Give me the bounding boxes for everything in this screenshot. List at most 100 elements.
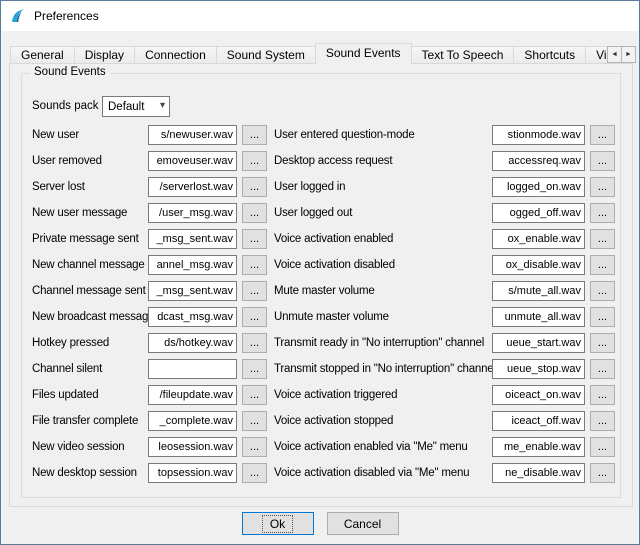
tab-text-to-speech[interactable]: Text To Speech bbox=[411, 46, 515, 64]
sound-file-input[interactable] bbox=[492, 281, 585, 301]
browse-button[interactable]: ... bbox=[590, 333, 615, 353]
browse-button[interactable]: ... bbox=[242, 281, 267, 301]
event-label: New channel message bbox=[32, 259, 145, 271]
browse-button[interactable]: ... bbox=[242, 333, 267, 353]
browse-button[interactable]: ... bbox=[590, 203, 615, 223]
browse-button[interactable]: ... bbox=[590, 307, 615, 327]
tab-connection[interactable]: Connection bbox=[134, 46, 217, 64]
sound-file-input[interactable] bbox=[148, 411, 237, 431]
tab-scroll-right-button[interactable]: ► bbox=[621, 46, 636, 63]
sound-file-input[interactable] bbox=[492, 385, 585, 405]
tab-display[interactable]: Display bbox=[74, 46, 135, 64]
sound-file-input[interactable] bbox=[148, 177, 237, 197]
sound-event-row: New user message ... User logged out ... bbox=[22, 202, 620, 228]
cancel-button[interactable]: Cancel bbox=[327, 512, 399, 535]
sound-event-row: Server lost ... User logged in ... bbox=[22, 176, 620, 202]
event-label: Private message sent bbox=[32, 233, 139, 245]
sounds-pack-value: Default bbox=[108, 101, 144, 113]
browse-button[interactable]: ... bbox=[590, 177, 615, 197]
tab-sound-system[interactable]: Sound System bbox=[216, 46, 316, 64]
sound-event-row: New desktop session ... Voice activation… bbox=[22, 462, 620, 488]
browse-button[interactable]: ... bbox=[590, 359, 615, 379]
browse-button[interactable]: ... bbox=[242, 229, 267, 249]
sound-event-row: New user ... User entered question-mode … bbox=[22, 124, 620, 150]
sound-file-input[interactable] bbox=[492, 463, 585, 483]
sound-file-input[interactable] bbox=[148, 229, 237, 249]
browse-button[interactable]: ... bbox=[590, 151, 615, 171]
sound-file-input[interactable] bbox=[148, 333, 237, 353]
browse-button[interactable]: ... bbox=[590, 255, 615, 275]
browse-button[interactable]: ... bbox=[242, 463, 267, 483]
browse-button[interactable]: ... bbox=[242, 177, 267, 197]
sound-file-input[interactable] bbox=[492, 177, 585, 197]
sound-file-input[interactable] bbox=[148, 151, 237, 171]
browse-button[interactable]: ... bbox=[242, 385, 267, 405]
browse-button[interactable]: ... bbox=[242, 411, 267, 431]
sound-file-input[interactable] bbox=[492, 359, 585, 379]
browse-button[interactable]: ... bbox=[590, 437, 615, 457]
sound-file-input[interactable] bbox=[148, 255, 237, 275]
sound-event-row: Channel message sent ... Mute master vol… bbox=[22, 280, 620, 306]
event-label: Mute master volume bbox=[274, 285, 375, 297]
browse-button[interactable]: ... bbox=[242, 359, 267, 379]
sound-file-input[interactable] bbox=[148, 125, 237, 145]
sound-file-input[interactable] bbox=[492, 229, 585, 249]
sound-file-input[interactable] bbox=[148, 437, 237, 457]
tab-video[interactable]: Video bbox=[585, 46, 608, 64]
tab-general[interactable]: General bbox=[10, 46, 75, 64]
browse-button[interactable]: ... bbox=[590, 385, 615, 405]
sound-file-input[interactable] bbox=[148, 463, 237, 483]
tab-scroll-control: ◄ ► bbox=[608, 46, 636, 63]
event-label: New broadcast message bbox=[32, 311, 154, 323]
browse-button[interactable]: ... bbox=[590, 281, 615, 301]
sound-file-input[interactable] bbox=[492, 437, 585, 457]
browse-button[interactable]: ... bbox=[242, 437, 267, 457]
sound-event-row: Channel silent ... Transmit stopped in "… bbox=[22, 358, 620, 384]
sounds-pack-select[interactable]: Default ▾ bbox=[102, 96, 170, 117]
browse-button[interactable]: ... bbox=[242, 203, 267, 223]
sound-file-input[interactable] bbox=[148, 359, 237, 379]
tab-shortcuts[interactable]: Shortcuts bbox=[513, 46, 586, 64]
sound-event-row: New broadcast message ... Unmute master … bbox=[22, 306, 620, 332]
event-label: New user message bbox=[32, 207, 127, 219]
browse-button[interactable]: ... bbox=[242, 125, 267, 145]
sound-file-input[interactable] bbox=[148, 203, 237, 223]
browse-button[interactable]: ... bbox=[590, 229, 615, 249]
event-label: New desktop session bbox=[32, 467, 137, 479]
sound-file-input[interactable] bbox=[492, 307, 585, 327]
browse-button[interactable]: ... bbox=[242, 151, 267, 171]
app-icon bbox=[9, 8, 26, 25]
sound-event-row: User removed ... Desktop access request … bbox=[22, 150, 620, 176]
preferences-dialog: Preferences General Display Connection S… bbox=[0, 0, 640, 545]
browse-button[interactable]: ... bbox=[242, 307, 267, 327]
cancel-button-label: Cancel bbox=[344, 517, 381, 531]
browse-button[interactable]: ... bbox=[590, 125, 615, 145]
event-label: New video session bbox=[32, 441, 124, 453]
browse-button[interactable]: ... bbox=[590, 463, 615, 483]
sound-file-input[interactable] bbox=[148, 307, 237, 327]
browse-button[interactable]: ... bbox=[590, 411, 615, 431]
ok-button[interactable]: Ok bbox=[242, 512, 314, 535]
sounds-pack-row: Sounds pack Default ▾ bbox=[22, 96, 620, 118]
event-label: Desktop access request bbox=[274, 155, 392, 167]
event-label: Channel silent bbox=[32, 363, 102, 375]
sound-file-input[interactable] bbox=[492, 255, 585, 275]
sound-event-row: New video session ... Voice activation e… bbox=[22, 436, 620, 462]
event-label: Transmit stopped in "No interruption" ch… bbox=[274, 363, 496, 375]
sound-file-input[interactable] bbox=[492, 125, 585, 145]
sound-file-input[interactable] bbox=[492, 203, 585, 223]
sound-file-input[interactable] bbox=[492, 333, 585, 353]
browse-button[interactable]: ... bbox=[242, 255, 267, 275]
tab-sound-events[interactable]: Sound Events bbox=[315, 43, 412, 64]
sound-file-input[interactable] bbox=[148, 385, 237, 405]
sound-file-input[interactable] bbox=[492, 411, 585, 431]
group-title: Sound Events bbox=[30, 66, 110, 78]
title-bar[interactable]: Preferences bbox=[1, 1, 639, 31]
event-label: Server lost bbox=[32, 181, 85, 193]
sound-event-row: New channel message ... Voice activation… bbox=[22, 254, 620, 280]
tab-scroll-left-button[interactable]: ◄ bbox=[607, 46, 622, 63]
sound-file-input[interactable] bbox=[148, 281, 237, 301]
event-label: User logged in bbox=[274, 181, 345, 193]
sound-file-input[interactable] bbox=[492, 151, 585, 171]
chevron-down-icon: ▾ bbox=[160, 100, 165, 111]
